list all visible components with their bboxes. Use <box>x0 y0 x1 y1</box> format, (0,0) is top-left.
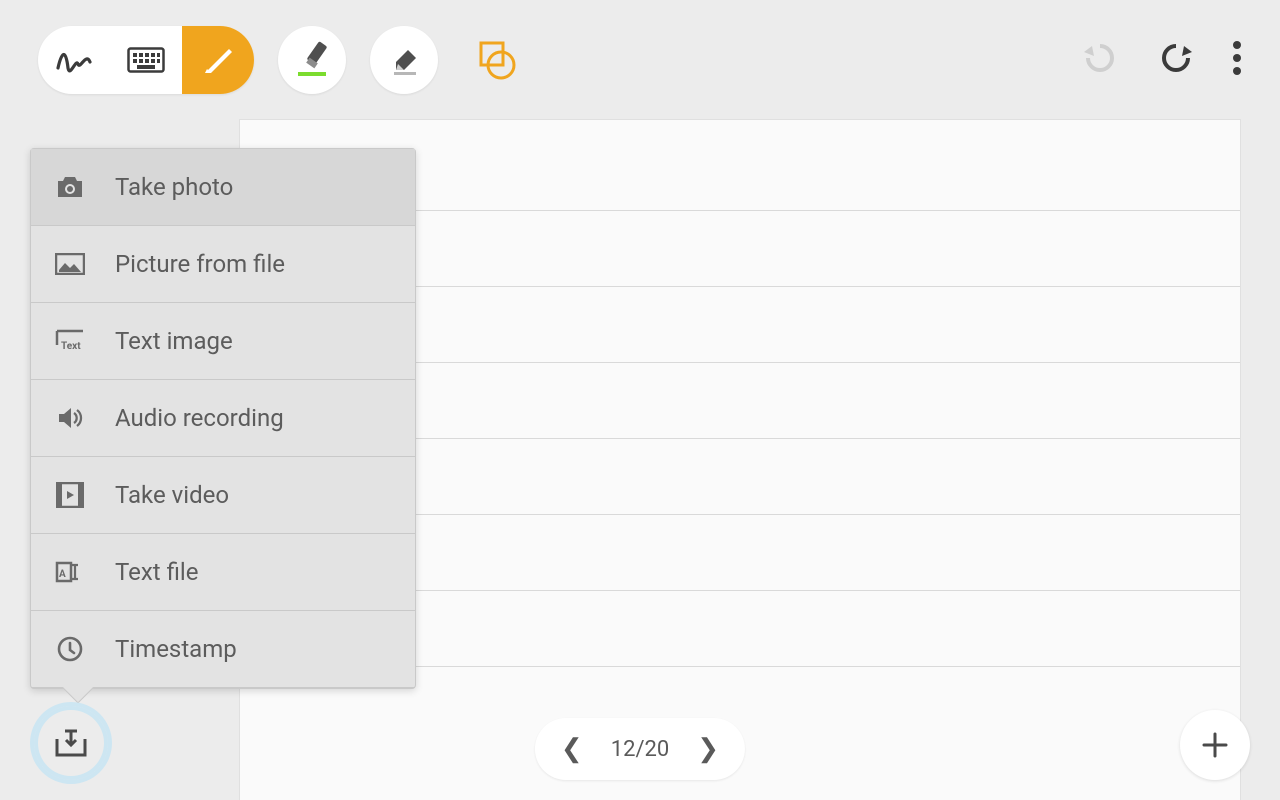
mode-group <box>38 26 254 94</box>
menu-text-image[interactable]: Text Text image <box>31 303 415 380</box>
menu-item-label: Take photo <box>115 173 233 201</box>
clock-icon <box>53 635 87 663</box>
undo-icon <box>1080 38 1120 78</box>
keyboard-icon <box>127 47 165 73</box>
shape-icon <box>475 39 517 81</box>
audio-icon <box>53 405 87 431</box>
video-icon <box>53 482 87 508</box>
eraser-icon <box>384 40 424 80</box>
shape-tool[interactable] <box>462 26 530 94</box>
menu-item-label: Text image <box>115 327 233 355</box>
prev-page-button[interactable]: ❮ <box>561 734 583 764</box>
menu-text-file[interactable]: A Text file <box>31 534 415 611</box>
pen-mode[interactable] <box>182 26 254 94</box>
svg-text:Text: Text <box>61 341 81 352</box>
highlighter-icon <box>290 38 334 82</box>
toolbar <box>0 0 1280 120</box>
toolbar-right <box>1080 38 1242 82</box>
more-button[interactable] <box>1232 40 1242 80</box>
handwriting-mode[interactable] <box>38 26 110 94</box>
picture-icon <box>53 253 87 275</box>
insert-icon <box>53 727 89 759</box>
page-indicator: ❮ 12/20 ❯ <box>535 718 745 780</box>
text-file-icon: A <box>53 559 87 585</box>
undo-button[interactable] <box>1080 38 1120 82</box>
page-label: 12/20 <box>611 737 670 762</box>
menu-picture-from-file[interactable]: Picture from file <box>31 226 415 303</box>
text-image-icon: Text <box>53 329 87 353</box>
handwriting-icon <box>56 46 92 74</box>
insert-menu: Take photo Picture from file Text Text i… <box>30 148 416 689</box>
highlighter-tool[interactable] <box>278 26 346 94</box>
menu-timestamp[interactable]: Timestamp <box>31 611 415 688</box>
menu-take-photo[interactable]: Take photo <box>31 149 415 226</box>
pen-icon <box>201 43 235 77</box>
keyboard-mode[interactable] <box>110 26 182 94</box>
next-page-button[interactable]: ❯ <box>697 734 719 764</box>
redo-button[interactable] <box>1156 38 1196 82</box>
menu-item-label: Audio recording <box>115 404 284 432</box>
svg-text:A: A <box>59 569 66 580</box>
eraser-tool[interactable] <box>370 26 438 94</box>
camera-icon <box>53 175 87 199</box>
more-icon <box>1232 40 1242 76</box>
menu-item-label: Text file <box>115 558 198 586</box>
add-page-button[interactable] <box>1180 710 1250 780</box>
menu-item-label: Picture from file <box>115 250 285 278</box>
redo-icon <box>1156 38 1196 78</box>
menu-audio-recording[interactable]: Audio recording <box>31 380 415 457</box>
menu-item-label: Take video <box>115 481 229 509</box>
menu-take-video[interactable]: Take video <box>31 457 415 534</box>
plus-icon <box>1200 730 1230 760</box>
menu-item-label: Timestamp <box>115 635 237 663</box>
insert-button[interactable] <box>34 706 108 780</box>
